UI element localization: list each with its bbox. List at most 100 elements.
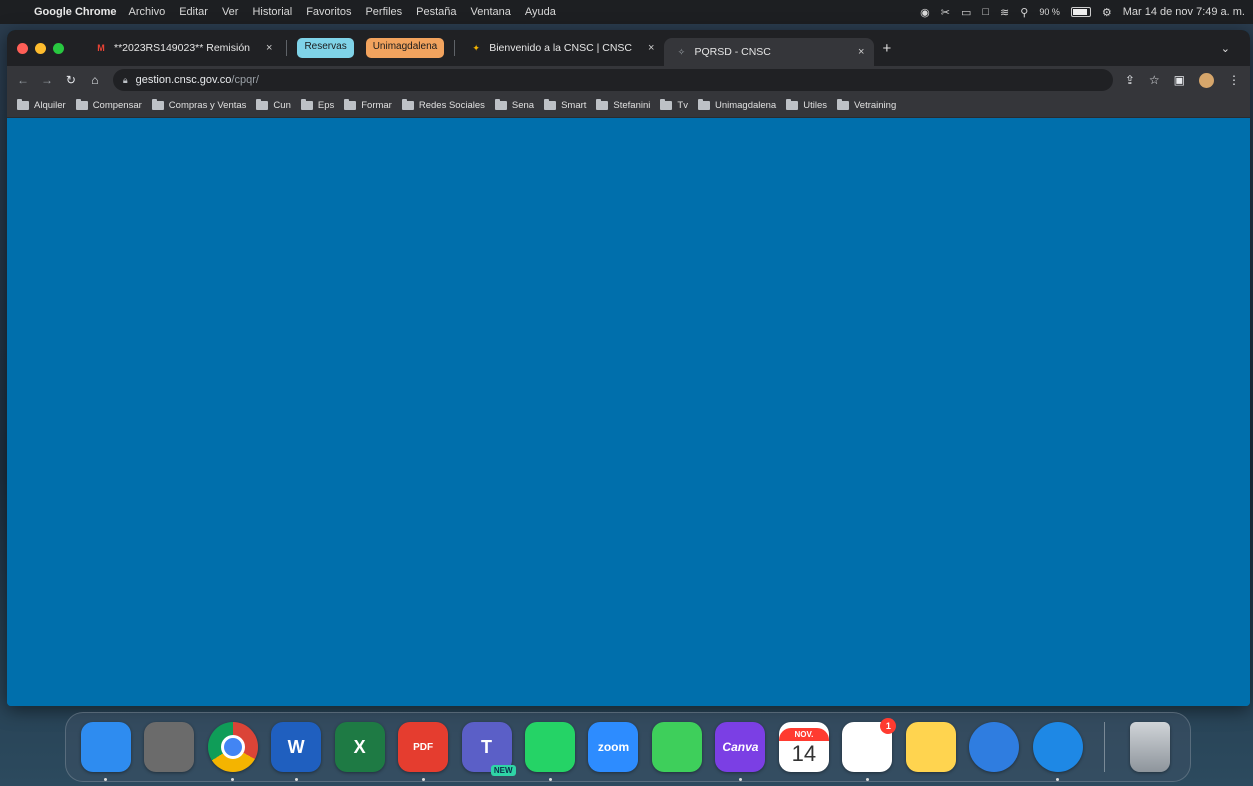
new-tab-button[interactable]: + [882,40,891,57]
whatsapp-icon[interactable] [525,722,576,772]
excel-icon[interactable]: X [334,722,385,772]
close-icon[interactable]: × [266,42,272,54]
side-panel-icon[interactable]: ▣ [1174,73,1185,87]
dock-item[interactable]: NOV. 14 [772,715,835,779]
tab-bienvenido-cnsc[interactable]: ✦ Bienvenido a la CNSC | CNSC × [459,34,664,62]
menu-ayuda[interactable]: Ayuda [525,6,556,18]
bookmark-folder-eps[interactable]: Eps [300,99,334,111]
bookmark-folder-compensar[interactable]: Compensar [75,99,142,111]
dock-item[interactable]: zoom [582,715,645,779]
spotlight-search-icon[interactable]: ⚲ [1020,6,1028,19]
control-center-icon[interactable]: ⚙ [1102,6,1112,19]
launchpad-icon[interactable] [144,722,195,772]
bookmark-folder-formar[interactable]: Formar [344,99,392,111]
dock-divider [1103,722,1105,772]
chrome-icon[interactable] [207,722,258,772]
dock-item[interactable] [1118,715,1181,779]
folder-icon [17,99,29,110]
dock-item[interactable] [201,715,264,781]
trash-icon[interactable] [1130,722,1171,772]
dock-item[interactable]: W [264,715,327,781]
bookmark-folder-stefanini[interactable]: Stefanini [596,99,650,111]
bookmark-star-icon[interactable]: ☆ [1149,73,1160,87]
bookmark-folder-sena[interactable]: Sena [494,99,534,111]
menu-historial[interactable]: Historial [252,6,292,18]
menu-clock[interactable]: Mar 14 de nov 7:49 a. m. [1123,6,1245,18]
dock-item[interactable] [518,715,581,781]
dock-item[interactable] [1026,715,1089,781]
address-bar[interactable]: 🔒︎ gestion.cnsc.gov.co/cpqr/ [112,69,1113,91]
display-icon[interactable]: □ [982,6,989,18]
finder-icon[interactable] [80,722,131,772]
tab-gmail[interactable]: M **2023RS149023** Remisión × [84,34,282,62]
tab-pqrsd-cnsc[interactable]: ✧ PQRSD - CNSC × [664,38,875,66]
facetime-icon[interactable] [651,722,702,772]
pdf-reader-icon[interactable]: PDF [398,722,449,772]
audio-recorder-icon[interactable]: ◉ [920,6,930,19]
teams-icon[interactable]: T NEW [461,722,516,776]
dock-item[interactable]: 1 [836,715,899,781]
dock-item[interactable]: X [328,715,391,779]
dock-item[interactable]: PDF [391,715,454,781]
bookmark-folder-alquiler[interactable]: Alquiler [17,99,66,111]
safari-icon[interactable] [1032,722,1083,772]
bookmark-folder-smart[interactable]: Smart [544,99,586,111]
dock-item[interactable] [645,715,708,779]
dock-item[interactable] [963,715,1026,779]
dock-app-label: X [353,736,366,757]
bookmark-folder-vetraining[interactable]: Vetraining [836,99,896,111]
close-icon[interactable]: × [648,42,654,54]
notes-icon[interactable] [905,722,956,772]
share-icon[interactable]: ⇪ [1125,73,1135,87]
dock-app-label: Canva [722,740,759,754]
home-icon[interactable]: ⌂ [89,73,101,87]
zoom-icon[interactable]: zoom [588,722,639,772]
close-icon[interactable]: × [858,46,864,58]
dock-item[interactable] [74,715,137,781]
dock-item[interactable]: Canva [709,715,772,781]
reminders-icon[interactable]: 1 [842,718,897,772]
dock-item[interactable]: T NEW [455,715,518,779]
reload-icon[interactable]: ↻ [65,73,77,87]
zoom-window-button[interactable] [53,42,64,54]
bookmark-folder-cun[interactable]: Cun [256,99,291,111]
bookmark-folder-tv[interactable]: Tv [660,99,688,111]
tab-search-chevron-icon[interactable]: ⌄ [1221,42,1230,55]
running-indicator [865,778,869,781]
menu-ventana[interactable]: Ventana [471,6,511,18]
more-menu-icon[interactable]: ⋮ [1228,73,1240,87]
lock-icon[interactable]: 🔒︎ [123,75,128,86]
dock-app-label: T [481,736,493,757]
dock-item[interactable] [899,715,962,779]
menu-perfiles[interactable]: Perfiles [365,6,402,18]
forward-arrow-icon[interactable]: → [41,73,53,87]
close-window-button[interactable] [17,42,28,54]
running-indicator [738,778,742,781]
dock-item[interactable] [137,715,200,779]
bookmark-folder-redes-sociales[interactable]: Redes Sociales [401,99,485,111]
menu-favoritos[interactable]: Favoritos [306,6,351,18]
bookmark-folder-utiles[interactable]: Utiles [786,99,827,111]
menu-archivo[interactable]: Archivo [129,6,166,18]
minimize-window-button[interactable] [35,42,46,54]
scissors-icon[interactable]: ✂ [941,6,950,19]
calendar-icon[interactable]: NOV. 14 [778,722,829,772]
canva-icon[interactable]: Canva [715,722,766,772]
menu-editar[interactable]: Editar [179,6,208,18]
tab-group-reservas[interactable]: Reservas [297,38,354,58]
menu-ver[interactable]: Ver [222,6,239,18]
wifi-icon[interactable]: ≋ [1000,6,1009,19]
battery-icon[interactable] [1070,7,1091,17]
browser-window: M **2023RS149023** Remisión × Reservas U… [7,30,1250,706]
menu-app-name[interactable]: Google Chrome [34,6,117,18]
menu-pestana[interactable]: Pestaña [416,6,456,18]
proxyman-icon[interactable] [969,722,1020,772]
bookmark-folder-compras-y-ventas[interactable]: Compras y Ventas [151,99,246,111]
back-arrow-icon[interactable]: ← [17,73,29,87]
bookmark-folder-unimagdalena[interactable]: Unimagdalena [697,99,776,111]
folder-icon [786,99,799,110]
word-icon[interactable]: W [271,722,322,772]
profile-avatar[interactable] [1199,72,1214,88]
tab-group-unimagdalena[interactable]: Unimagdalena [365,38,445,58]
screen-mirroring-icon[interactable]: ▭ [961,6,971,19]
